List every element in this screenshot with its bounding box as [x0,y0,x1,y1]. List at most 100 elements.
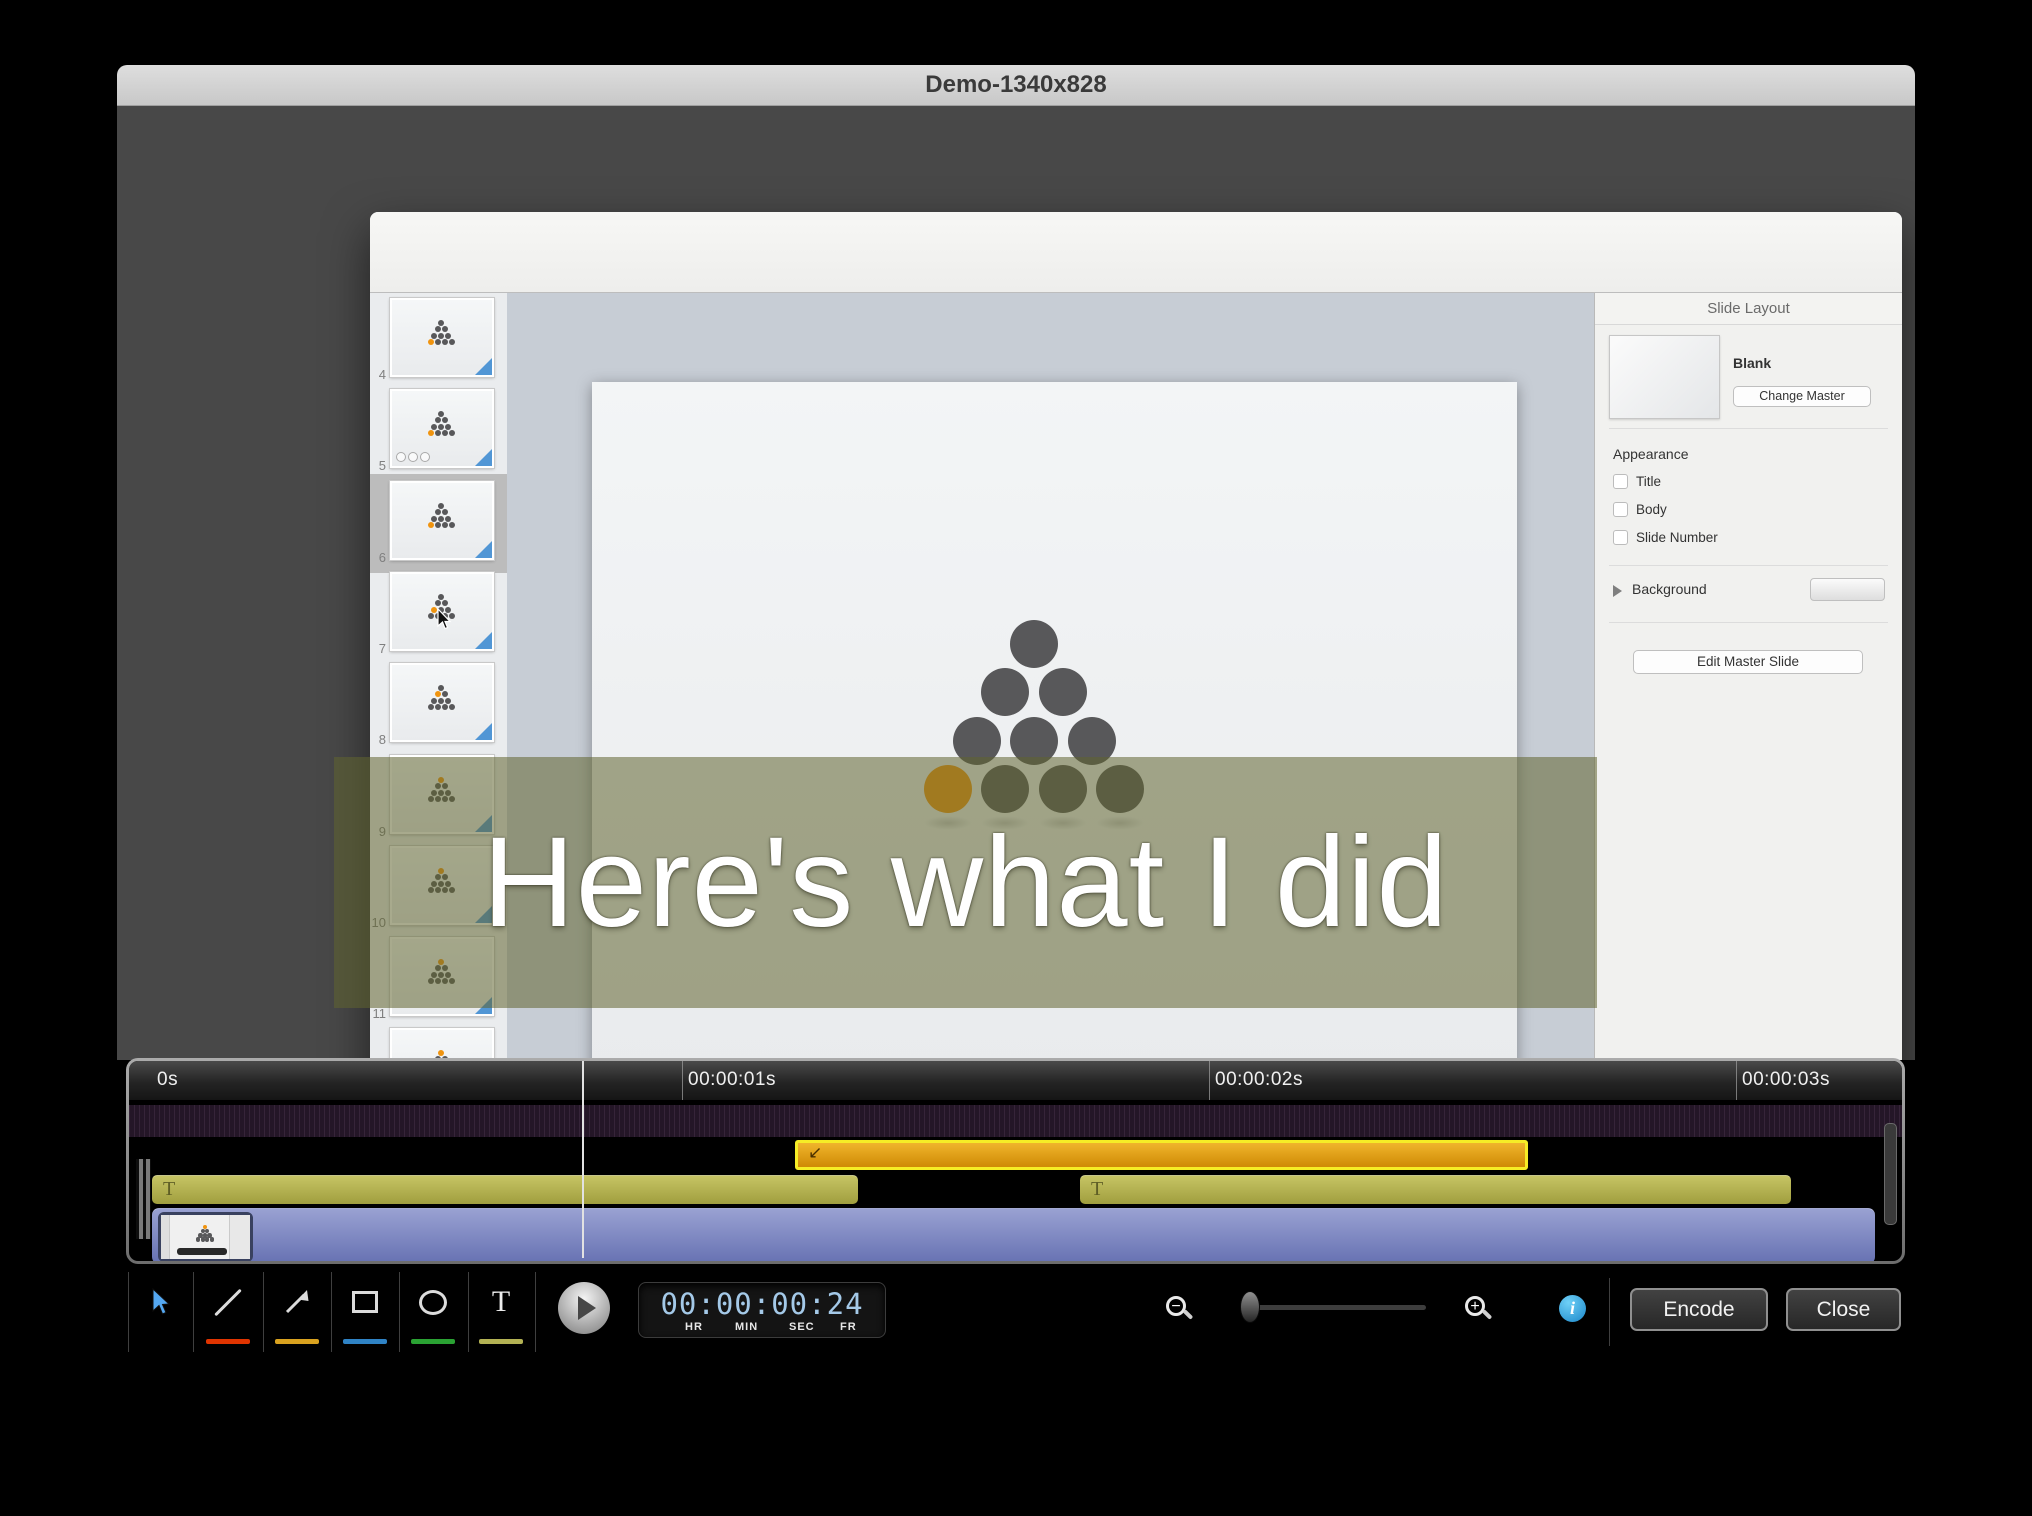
video-clip[interactable] [152,1208,1875,1261]
body-checkbox-row[interactable]: Body [1613,502,1667,517]
slide-thumb-image[interactable] [390,572,494,651]
timeline-inner: 0s00:00:01s00:00:02s00:00:03s ↙ TT [129,1061,1902,1261]
divider [331,1272,332,1352]
arrow-tool[interactable] [266,1272,328,1352]
pyramid-dot [1010,620,1058,668]
text-clip-icon: T [163,1178,175,1201]
slide-thumb-image[interactable] [390,389,494,468]
timeline-lane-empty[interactable] [129,1105,1902,1137]
divider [1609,565,1888,566]
pyramid-dot [431,333,437,339]
demo-titlebar[interactable]: Demo-1340x828 [117,65,1915,106]
caption-overlay[interactable]: Here's what I did [334,757,1597,1008]
slide-number: 11 [370,1006,386,1021]
text-clip-1[interactable]: T [152,1175,858,1204]
pyramid-dot [428,430,434,436]
unit-hr: HR [685,1321,703,1333]
pyramid-dot [442,600,448,606]
pointer-icon [149,1287,171,1317]
close-button[interactable]: Close [1786,1288,1901,1331]
pyramid-dot [431,424,437,430]
timeline-grip[interactable] [136,1159,151,1239]
divider [1609,1278,1610,1346]
change-master-button[interactable]: Change Master [1733,386,1871,407]
slide-thumbnail-12[interactable]: 12 [370,1028,507,1060]
edit-master-slide-button[interactable]: Edit Master Slide [1633,650,1863,674]
slide-number: 6 [370,550,386,565]
timeline-zoom-slider[interactable] [1241,1305,1426,1310]
pyramid-dot [442,430,448,436]
pyramid-dot [210,1237,214,1241]
slide-thumbnail-4[interactable]: 4 [370,298,507,386]
build-indicator-triangle [475,449,492,466]
cursor-icon [436,608,452,631]
pyramid-dot [442,522,448,528]
pyramid-dot [435,339,441,345]
pyramid-dot [435,417,441,423]
video-clip-thumbnail [158,1212,253,1261]
pyramid-dot [438,594,444,600]
text-clip-2[interactable]: T [1080,1175,1791,1204]
ellipse-icon [419,1290,447,1315]
divider [399,1272,400,1352]
slide-number-checkbox-row[interactable]: Slide Number [1613,530,1718,545]
slide-thumbnail-8[interactable]: 8 [370,663,507,751]
timeline-scrollbar[interactable] [1884,1123,1897,1225]
pyramid-dot [449,430,455,436]
master-slide-preview[interactable] [1609,335,1720,419]
pyramid-dot [442,417,448,423]
slide-number: 7 [370,641,386,656]
ellipse-tool[interactable] [402,1272,464,1352]
timeline-ruler[interactable]: 0s00:00:01s00:00:02s00:00:03s [129,1061,1902,1101]
unit-min: MIN [735,1321,758,1333]
zoom-out-icon[interactable]: − [1166,1296,1186,1316]
appearance-label: Appearance [1613,446,1689,462]
zoom-in-icon[interactable]: + [1465,1296,1485,1316]
timeline-lane-video[interactable] [129,1207,1902,1261]
play-button[interactable] [558,1282,610,1334]
body-checkbox[interactable] [1613,502,1628,517]
pyramid-dot [435,326,441,332]
pyramid-dot [438,320,444,326]
pyramid-dot [196,1237,200,1241]
slide-thumbnail-7[interactable]: 7 [370,572,507,660]
background-color-well[interactable] [1810,578,1885,601]
slide-thumbnail-6[interactable]: 6 [370,481,507,569]
timeline-lane-text[interactable]: TT [129,1174,1902,1205]
pyramid-dot [442,339,448,345]
build-indicator-triangle [475,632,492,649]
timeline-zoom-knob[interactable] [1240,1291,1260,1323]
slide-thumb-image[interactable] [390,481,494,560]
slide-thumb-image[interactable] [390,663,494,742]
ruler-tick [1209,1061,1210,1100]
pyramid-dot [428,522,434,528]
title-checkbox-row[interactable]: Title [1613,474,1661,489]
pyramid-dot [981,668,1029,716]
pyramid-dot [438,503,444,509]
title-checkbox[interactable] [1613,474,1628,489]
pyramid-dot [438,1050,444,1056]
pyramid-dot [445,698,451,704]
ruler-tick [1736,1061,1737,1100]
callout-clip[interactable]: ↙ [795,1140,1528,1170]
play-icon [578,1296,596,1320]
rectangle-tool[interactable] [334,1272,396,1352]
slide-thumbnail-5[interactable]: 5 [370,389,507,477]
window-title: Demo-1340x828 [117,65,1915,105]
pyramid-dot [428,704,434,710]
timeline-lane-callout[interactable]: ↙ [129,1139,1902,1172]
slide-thumb-image[interactable] [390,1028,494,1060]
slide-number-checkbox[interactable] [1613,530,1628,545]
select-tool[interactable] [129,1272,191,1352]
ruler-label-3: 00:00:03s [1742,1069,1830,1091]
divider [263,1272,264,1352]
line-tool[interactable] [197,1272,259,1352]
disclosure-triangle-icon[interactable] [1613,585,1622,597]
pyramid-dot [428,339,434,345]
text-tool[interactable]: T [470,1272,532,1352]
playhead[interactable] [582,1061,584,1258]
slide-thumb-image[interactable] [390,298,494,377]
encode-button[interactable]: Encode [1630,1288,1768,1331]
info-button[interactable]: i [1559,1295,1586,1322]
unit-fr: FR [840,1321,857,1333]
